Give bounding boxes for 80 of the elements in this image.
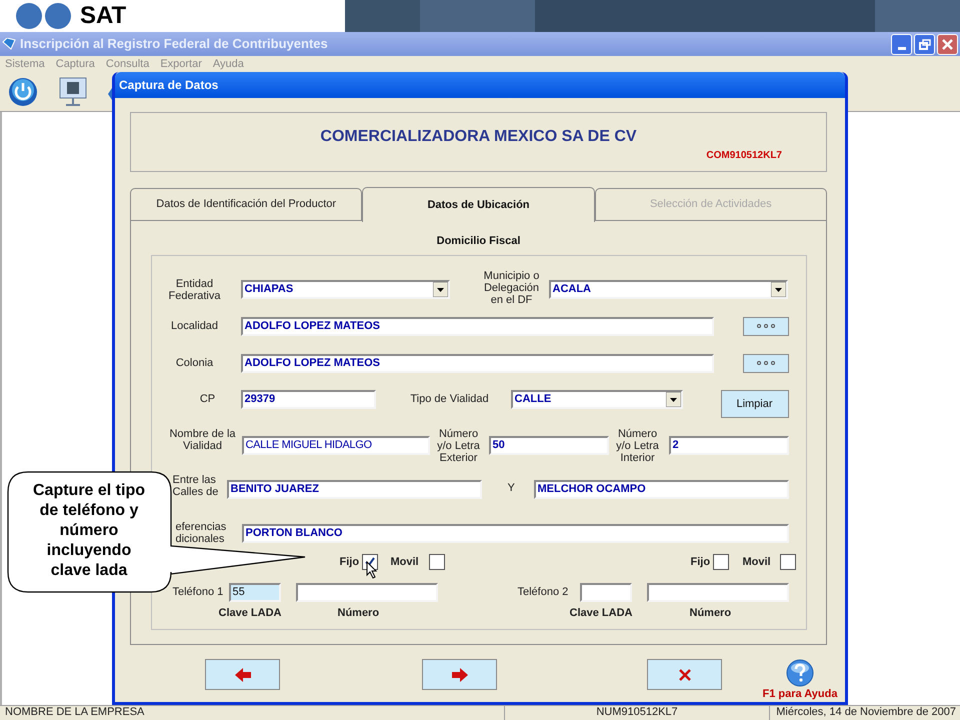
- diamond-icon: [2, 38, 16, 50]
- dialog-title: Captura de Datos: [119, 77, 218, 94]
- field-label: Colonia: [174, 357, 214, 369]
- input-field[interactable]: CALLE MIGUEL HIDALGO: [242, 436, 430, 455]
- input-field[interactable]: 29379: [240, 390, 376, 409]
- minimize-button[interactable]: [891, 34, 912, 54]
- circles-logo-icon: [16, 2, 72, 30]
- tab[interactable]: Datos de Ubicación: [362, 187, 595, 222]
- field-label: eferencias dicionales: [176, 521, 228, 545]
- caret-icon: [432, 282, 448, 297]
- input-field[interactable]: MELCHOR OCAMPO: [534, 480, 788, 499]
- section-title: Domicilio Fiscal: [436, 234, 520, 248]
- checkbox[interactable]: [428, 554, 444, 570]
- field-label: Número y/o Letra Exterior: [436, 428, 481, 464]
- minimize-icon: [898, 46, 906, 50]
- dropdown-select[interactable]: CALLE: [510, 390, 682, 409]
- column-caption: Número: [690, 606, 732, 621]
- field-label: Localidad: [170, 320, 220, 332]
- dots-icon: [756, 324, 776, 328]
- browse-button[interactable]: [742, 354, 788, 372]
- dropdown-select[interactable]: ACALA: [548, 280, 788, 299]
- input-field[interactable]: 50: [488, 436, 608, 455]
- checkbox-label: Movil: [742, 554, 772, 570]
- input-field[interactable]: 55: [228, 582, 280, 602]
- column-caption: Clave LADA: [218, 606, 282, 621]
- callout-text: Capture el tipo de teléfono y número incluyendo clave lada: [32, 481, 146, 581]
- field-label: Teléfono 2: [518, 586, 570, 598]
- next-button[interactable]: [422, 659, 497, 690]
- column-caption: Clave LADA: [570, 606, 634, 621]
- input-field[interactable]: ADOLFO LOPEZ MATEOS: [240, 316, 714, 336]
- tab[interactable]: Datos de Identificación del Productor: [130, 188, 362, 221]
- input-field[interactable]: PORTON BLANCO: [242, 524, 788, 543]
- window-title: Inscripción al Registro Federal de Contribuyentes: [20, 35, 329, 54]
- power-icon[interactable]: [8, 76, 38, 106]
- restore-icon: [918, 38, 930, 50]
- field-label: Municipio o Delegación en el DF: [482, 270, 540, 306]
- input-field[interactable]: BENITO JUAREZ: [226, 480, 482, 499]
- dots-icon: [756, 361, 776, 365]
- checkbox-label: Fijo: [690, 554, 710, 570]
- input-field[interactable]: [580, 582, 632, 602]
- checkbox[interactable]: [780, 554, 796, 570]
- caret-icon: [666, 392, 680, 407]
- left-arrow-icon: [234, 668, 250, 682]
- status-text: NOMBRE DE LA EMPRESA: [5, 706, 144, 718]
- cancel-button[interactable]: [647, 659, 722, 690]
- logo-text: SAT: [80, 2, 126, 30]
- browse-button[interactable]: [742, 316, 788, 336]
- monitor-icon[interactable]: [58, 76, 88, 108]
- cursor-icon: [366, 561, 378, 579]
- right-arrow-icon: [452, 668, 468, 682]
- field-label: Nombre de la Vialidad: [168, 428, 237, 452]
- field-label: Entidad Federativa: [168, 278, 222, 302]
- restore-button[interactable]: [914, 34, 935, 54]
- field-label: CP: [198, 393, 216, 405]
- dropdown-select[interactable]: CHIAPAS: [240, 280, 450, 299]
- input-field[interactable]: [646, 582, 788, 602]
- close-icon: [942, 38, 953, 50]
- field-label: Y: [508, 482, 516, 494]
- rfc-text: COM910512KL7: [706, 150, 782, 161]
- input-field[interactable]: 2: [668, 436, 788, 455]
- checkbox[interactable]: [712, 554, 728, 570]
- field-label: Tipo de Vialidad: [409, 393, 490, 405]
- clear-button[interactable]: Limpiar: [720, 390, 788, 418]
- input-field[interactable]: [296, 582, 438, 602]
- checkbox-label: Movil: [390, 554, 420, 570]
- column-caption: Número: [338, 606, 380, 621]
- back-button[interactable]: [205, 659, 280, 690]
- status-text: NUM910512KL7: [596, 706, 678, 718]
- field-label: Entre las Calles de: [172, 474, 220, 498]
- field-label: Número y/o Letra Interior: [615, 428, 660, 464]
- field-label: Teléfono 1: [172, 586, 224, 598]
- help-text: F1 para Ayuda: [762, 688, 838, 701]
- help-icon[interactable]: [786, 659, 814, 687]
- input-field[interactable]: ADOLFO LOPEZ MATEOS: [240, 354, 714, 372]
- close-button[interactable]: [937, 34, 958, 54]
- caret-icon: [770, 282, 786, 297]
- close-icon: [676, 668, 692, 682]
- status-text: Miércoles, 14 de Noviembre de 2007: [776, 706, 956, 718]
- checkbox-label: Fijo: [340, 554, 360, 570]
- company-name: COMERCIALIZADORA MEXICO SA DE CV: [320, 127, 637, 147]
